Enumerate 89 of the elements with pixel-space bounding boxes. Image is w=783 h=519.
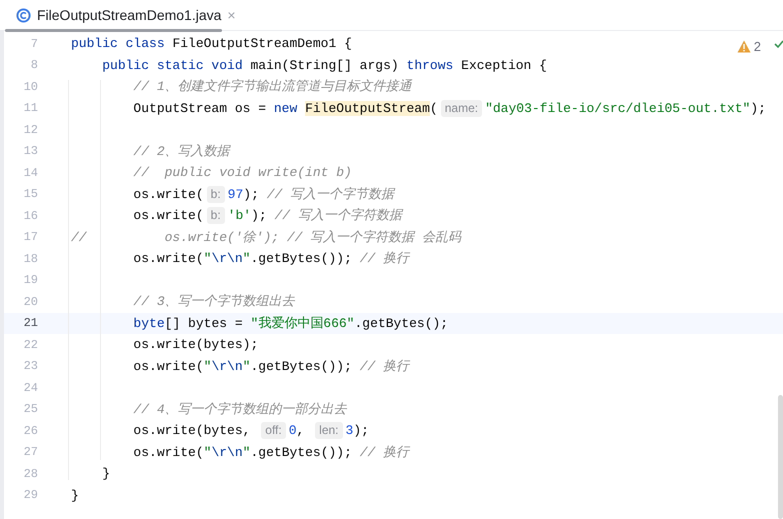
line-number: 23 (22, 358, 39, 376)
number-literal: 3 (346, 423, 354, 438)
code-comment: // public void write(int b) (133, 165, 352, 180)
line-number: 21 (22, 315, 39, 332)
code-text: OutputStream os = (133, 100, 266, 116)
warning-icon[interactable] (736, 40, 751, 54)
string-literal: " (242, 358, 250, 374)
code-text: .getBytes()); (250, 251, 352, 266)
class-file-icon (16, 8, 31, 22)
code-keyword: new (274, 100, 298, 116)
line-number: 22 (22, 336, 39, 354)
line-number: 7 (30, 36, 39, 53)
line-number: 24 (22, 380, 39, 397)
string-literal: " (242, 251, 250, 266)
string-literal: 'b' (228, 208, 252, 223)
line-number: 29 (22, 487, 39, 504)
escape-sequence: \r\n (211, 358, 243, 374)
parameter-hint: name: (440, 100, 482, 116)
code-text: ); (750, 100, 766, 116)
code-keyword: byte (133, 316, 165, 330)
code-text: [] bytes = (164, 316, 243, 330)
code-keyword: public class (71, 36, 165, 51)
parameter-hint: len: (315, 422, 343, 439)
code-comment: // 写入一个字符数据 (274, 208, 402, 223)
line-number: 20 (22, 294, 39, 311)
check-icon[interactable] (774, 40, 783, 49)
code-comment: // 换行 (360, 444, 410, 460)
code-comment: // 3、写一个字节数组出去 (133, 294, 295, 309)
line-number: 12 (22, 122, 39, 139)
line-number: 8 (30, 57, 39, 74)
string-literal: " (204, 358, 212, 374)
class-name: FileOutputStream (305, 100, 430, 116)
code-text: os.write( (133, 251, 204, 266)
code-comment: // (71, 230, 87, 244)
code-text: .getBytes()); (250, 444, 352, 460)
line-number: 10 (22, 78, 39, 96)
line-number: 16 (22, 208, 39, 225)
line-number: 25 (22, 401, 39, 418)
code-text: .getBytes()); (250, 358, 352, 374)
code-text: , (296, 423, 304, 438)
code-text: os.write(bytes, (133, 423, 250, 438)
parameter-hint: b: (206, 186, 225, 202)
code-text: os.write( (133, 444, 204, 460)
string-literal: " (242, 444, 250, 460)
line-number: 15 (22, 186, 39, 204)
code-text: .getBytes(); (354, 316, 448, 330)
escape-sequence: \r\n (211, 444, 243, 460)
code-text: main(String[] args) (250, 58, 399, 72)
line-number: 19 (22, 272, 39, 290)
line-number: 17 (22, 229, 39, 246)
code-text: FileOutputStreamDemo1 { (172, 36, 352, 51)
line-number: 28 (22, 466, 39, 483)
string-literal: "day03-file-io/src/dlei05-out.txt" (485, 100, 750, 116)
line-number: 26 (22, 422, 39, 440)
code-keyword: throws (406, 58, 454, 72)
code-keyword: public static void (102, 58, 243, 72)
code-text: os.write(bytes); (133, 337, 258, 352)
code-text: ( (430, 100, 438, 116)
code-comment: // 换行 (360, 251, 410, 266)
parameter-hint: off: (261, 422, 286, 439)
code-text: Exception { (461, 58, 547, 72)
parameter-hint: b: (206, 207, 225, 224)
line-number: 11 (22, 100, 39, 118)
tab-title: FileOutputStreamDemo1.java (37, 6, 222, 25)
code-text: os.write( (133, 186, 204, 202)
code-comment: // 2、写入数据 (133, 144, 230, 158)
code-text: } (71, 488, 79, 502)
line-number: 18 (22, 250, 39, 268)
warning-count: 2 (754, 38, 761, 56)
line-number: 13 (22, 143, 39, 160)
code-text: ); (243, 186, 259, 202)
number-literal: 97 (228, 186, 244, 202)
code-comment: // 1、创建文件字节输出流管道与目标文件接通 (133, 79, 412, 94)
code-comment: // 4、写一个字节数组的一部分出去 (133, 402, 347, 416)
line-number: 14 (22, 164, 39, 182)
code-comment: // 换行 (360, 358, 410, 374)
code-text: ); (353, 423, 369, 438)
code-comment: os.write('徐'); // 写入一个字符数据 会乱码 (164, 230, 462, 244)
string-literal: "我爱你中国666" (250, 316, 354, 330)
string-literal: " (204, 444, 212, 460)
code-text: ); (251, 208, 267, 223)
string-literal: " (204, 251, 212, 266)
line-number: 27 (22, 444, 39, 462)
code-text: os.write( (133, 208, 204, 223)
code-text: } (102, 466, 110, 481)
code-comment: // 写入一个字节数据 (266, 186, 394, 202)
code-text: os.write( (133, 358, 204, 374)
number-literal: 0 (288, 423, 297, 438)
escape-sequence: \r\n (211, 251, 243, 266)
